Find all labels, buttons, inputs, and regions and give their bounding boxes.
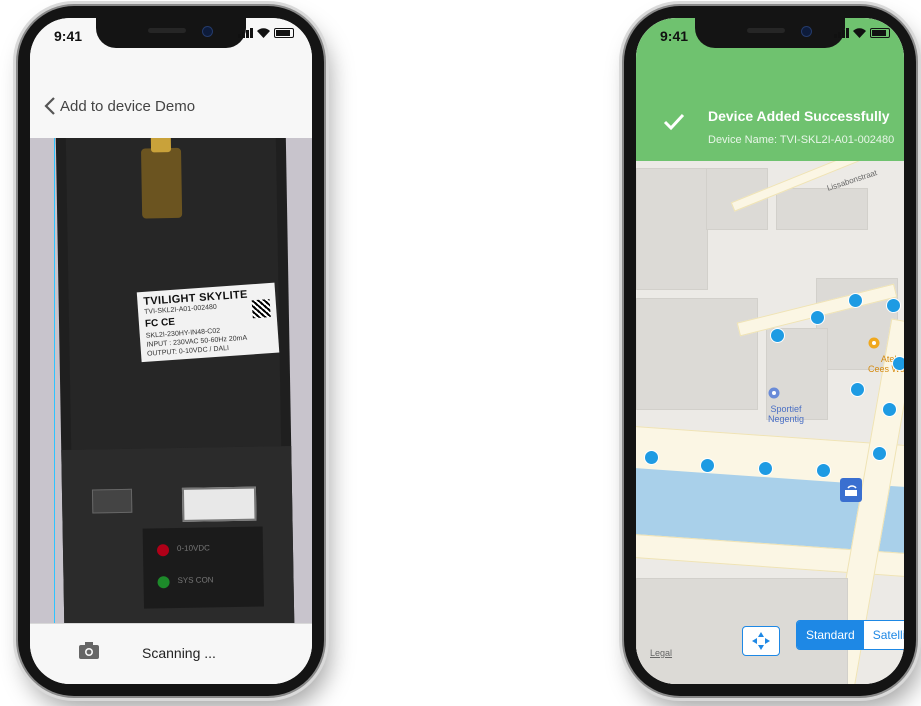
bottom-bar: Scanning ... [30, 623, 312, 684]
light-dot[interactable] [700, 458, 715, 473]
poi-marker-icon [768, 387, 780, 399]
dip-switch [91, 488, 133, 514]
device-marker[interactable] [840, 478, 862, 502]
device-label: TVILIGHT SKYLITE TVI-SKL2I-A01-002480 FC… [136, 282, 280, 363]
chevron-left-icon [44, 97, 55, 115]
map-type-standard[interactable]: Standard [797, 621, 864, 649]
scanned-device: TVILIGHT SKYLITE TVI-SKL2I-A01-002480 FC… [55, 138, 295, 623]
light-dot[interactable] [810, 310, 825, 325]
back-label: Add to device Demo [60, 97, 196, 115]
device-marker-icon [845, 485, 857, 496]
banner-title: Device Added Successfully [708, 108, 890, 124]
status-icons [834, 28, 890, 38]
signal-icon [834, 28, 849, 38]
checkmark-icon [663, 113, 685, 131]
connector [181, 486, 257, 522]
locate-button[interactable] [742, 626, 780, 656]
poi-sportief[interactable]: Sportief Negentig [768, 386, 804, 424]
led-green [157, 576, 170, 589]
map-type-toggle[interactable]: Standard Satellite [796, 620, 904, 650]
battery-icon [274, 28, 294, 38]
light-dot[interactable] [758, 461, 773, 476]
led-panel: 0-10VDC SYS CON [142, 526, 265, 609]
status-time: 9:41 [660, 28, 689, 44]
legal-link[interactable]: Legal [650, 648, 672, 658]
wifi-icon [257, 28, 270, 38]
notch [96, 18, 246, 48]
camera-view: TVILIGHT SKYLITE TVI-SKL2I-A01-002480 FC… [30, 138, 312, 623]
antenna [140, 147, 183, 219]
status-icons [238, 28, 294, 38]
light-dot[interactable] [644, 450, 659, 465]
left-screen: 9:41 Add to device Demo TVILIGHT SKYLITE… [30, 18, 312, 684]
light-dot[interactable] [886, 298, 901, 313]
light-dot[interactable] [882, 402, 897, 417]
notch [695, 18, 845, 48]
light-dot[interactable] [892, 356, 904, 371]
qr-code [251, 299, 271, 319]
left-phone: 9:41 Add to device Demo TVILIGHT SKYLITE… [18, 6, 324, 696]
scanning-status: Scanning ... [142, 645, 216, 661]
camera-icon[interactable] [78, 640, 100, 660]
led-label-1: 0-10VDC [176, 543, 210, 553]
light-dot[interactable] [850, 382, 865, 397]
light-dot[interactable] [872, 446, 887, 461]
scan-line [54, 138, 55, 623]
led-label-2: SYS CON [177, 575, 214, 585]
poi-atelier[interactable]: Atel Cees Wolf [868, 336, 904, 374]
poi-marker-icon [868, 337, 880, 349]
battery-icon [870, 28, 890, 38]
light-dot[interactable] [816, 463, 831, 478]
led-red [156, 544, 170, 557]
signal-icon [238, 28, 253, 38]
light-dot[interactable] [848, 293, 863, 308]
back-button[interactable]: Add to device Demo [44, 96, 195, 116]
wifi-icon [853, 28, 866, 38]
right-screen: Lissabonstraat Sportief Negentig Atel Ce… [636, 18, 904, 684]
crosshair-icon [752, 632, 770, 650]
status-time: 9:41 [54, 28, 83, 44]
poi-label-sportief: Sportief Negentig [768, 404, 805, 424]
map-type-satellite[interactable]: Satellite [863, 621, 904, 649]
banner-subtitle: Device Name: TVI-SKL2I-A01-002480 [708, 134, 895, 146]
light-dot[interactable] [770, 328, 785, 343]
right-phone: Lissabonstraat Sportief Negentig Atel Ce… [624, 6, 916, 696]
